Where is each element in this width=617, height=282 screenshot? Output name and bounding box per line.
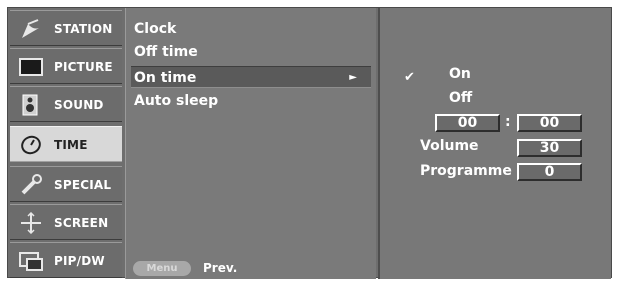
tab-station[interactable]: STATION [10,10,122,46]
on-time-settings-panel: ✔ On Off 00 : 00 Volume 30 Programme 0 [378,8,611,279]
tv-screen-icon [19,58,43,76]
prev-hint: Prev. [203,261,238,275]
submenu-item-off-time[interactable]: Off time [131,41,371,63]
option-on[interactable]: On [449,66,471,82]
volume-label: Volume [420,138,479,154]
tab-time[interactable]: TIME [10,126,122,162]
time-separator: : [505,114,511,130]
tab-label: TIME [54,138,88,152]
minute-field[interactable]: 00 [517,114,582,132]
tab-pip-dw[interactable]: PIP/DW [10,242,122,278]
time-submenu: Clock Off time On time ► Auto sleep Menu… [125,8,376,279]
submenu-label: Auto sleep [134,93,219,109]
tab-label: SOUND [54,98,104,112]
option-off[interactable]: Off [449,90,472,106]
tab-label: SCREEN [54,216,109,230]
check-icon: ✔ [404,70,415,85]
clock-icon [21,135,41,155]
wrench-icon [21,174,42,195]
tab-screen[interactable]: SCREEN [10,204,122,240]
submenu-label: Off time [134,44,198,60]
tab-label: SPECIAL [54,178,112,192]
menu-footer: Menu Prev. [131,260,371,278]
crosshair-icon [21,212,41,234]
tab-picture[interactable]: PICTURE [10,48,122,84]
submenu-label: On time [134,70,197,86]
programme-field[interactable]: 0 [517,163,582,181]
hour-field[interactable]: 00 [435,114,500,132]
submenu-item-clock[interactable]: Clock [131,18,371,40]
satellite-dish-icon [22,19,39,38]
programme-label: Programme [420,163,512,179]
main-menu-tabs: STATION PICTURE SOUND TIME SPECIAL SCREE… [8,8,124,279]
pip-icon [19,252,43,271]
tab-label: PIP/DW [54,254,105,268]
tab-sound[interactable]: SOUND [10,86,122,122]
volume-field[interactable]: 30 [517,139,582,157]
speaker-icon [22,94,38,116]
submenu-item-on-time[interactable]: On time ► [131,66,371,88]
menu-key-button[interactable]: Menu [133,261,191,276]
arrow-right-icon: ► [349,72,357,83]
submenu-label: Clock [134,21,177,37]
tv-osd-menu: STATION PICTURE SOUND TIME SPECIAL SCREE… [7,7,612,279]
tab-label: PICTURE [54,60,113,74]
tab-special[interactable]: SPECIAL [10,166,122,202]
tab-label: STATION [54,22,113,36]
submenu-item-auto-sleep[interactable]: Auto sleep [131,90,371,112]
